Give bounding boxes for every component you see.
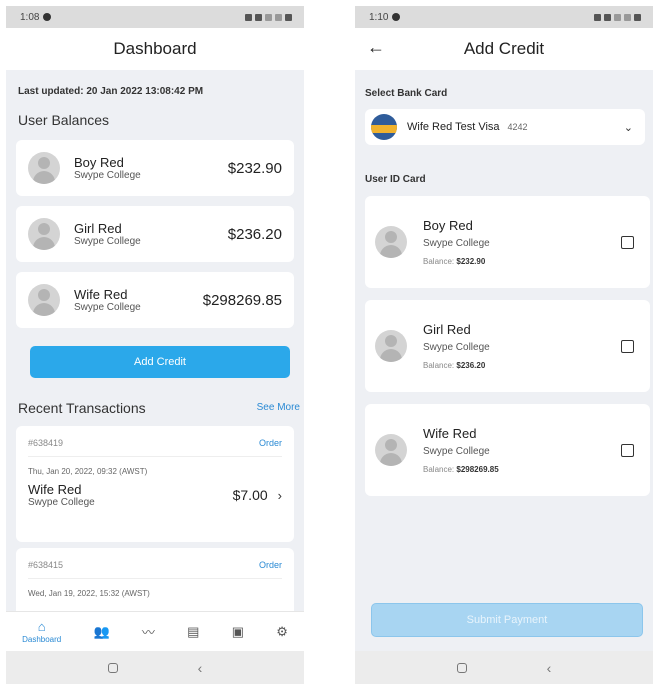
transaction-date: Thu, Jan 20, 2022, 09:32 (AWST) xyxy=(28,467,148,476)
nav-bus[interactable]: ▣ xyxy=(232,624,244,640)
user-balances-title: User Balances xyxy=(18,112,110,128)
balance-card-wife-red[interactable]: Wife Red Swype College $298269.85 xyxy=(16,272,294,328)
avatar xyxy=(375,226,407,258)
user-id-card-label: User ID Card xyxy=(365,174,426,185)
user-name: Boy Red xyxy=(423,218,473,233)
system-back-button[interactable]: ‹ xyxy=(198,660,203,676)
transaction-type: Order xyxy=(258,560,282,570)
nav-store[interactable]: ▤ xyxy=(187,624,199,640)
chevron-right-icon[interactable]: › xyxy=(278,488,282,503)
recent-transactions-title: Recent Transactions xyxy=(18,400,146,416)
status-time: 1:08 xyxy=(20,11,40,23)
balance-value: $298269.85 xyxy=(456,465,499,474)
select-checkbox[interactable] xyxy=(621,339,634,353)
user-org: Swype College xyxy=(74,302,141,313)
user-name: Girl Red xyxy=(423,322,471,337)
trend-icon: 〰 xyxy=(141,625,155,640)
transaction-amount: $7.00 xyxy=(232,487,268,503)
nav-label: Dashboard xyxy=(22,635,62,644)
user-org: Swype College xyxy=(423,342,490,353)
user-org: Swype College xyxy=(74,170,141,181)
status-time: 1:10 xyxy=(369,11,389,23)
status-bar: 1:10 xyxy=(355,6,653,28)
bus-icon: ▣ xyxy=(231,623,244,639)
bank-card-name: Wife Red Test Visa xyxy=(407,121,500,133)
bottom-nav: ⌂ Dashboard 👥 〰 ▤ ▣ ⚙ xyxy=(6,611,304,651)
user-name: Wife Red xyxy=(423,426,477,441)
app-bar: ← Add Credit xyxy=(355,28,653,70)
user-org: Swype College xyxy=(423,446,490,457)
user-balance: Balance: $232.90 xyxy=(423,257,621,266)
bank-card-select[interactable]: Wife Red Test Visa 4242 ⌄ xyxy=(365,109,645,145)
last-updated-text: Last updated: 20 Jan 2022 13:08:42 PM xyxy=(18,86,204,97)
user-org: Swype College xyxy=(74,236,141,247)
avatar xyxy=(375,434,407,466)
notification-icon xyxy=(392,13,401,21)
balance-amount: $298269.85 xyxy=(202,291,282,309)
back-arrow-icon[interactable]: ← xyxy=(367,37,385,58)
balance-amount: $236.20 xyxy=(227,225,282,243)
bank-card-last4: 4242 xyxy=(507,122,528,132)
status-icons xyxy=(245,13,292,21)
avatar xyxy=(28,152,60,184)
balance-label: Balance: xyxy=(423,465,455,474)
system-home-button[interactable] xyxy=(107,662,118,673)
status-bar: 1:08 xyxy=(6,6,304,28)
transaction-user: Wife Red xyxy=(28,482,82,497)
card-logo-icon xyxy=(371,114,397,140)
user-name: Boy Red xyxy=(74,155,124,170)
balance-label: Balance: xyxy=(423,257,455,266)
select-checkbox[interactable] xyxy=(621,235,634,249)
nav-trends[interactable]: 〰 xyxy=(142,622,155,641)
system-nav-bar: ‹ xyxy=(355,651,653,684)
nav-users[interactable]: 👥 xyxy=(93,624,109,640)
dashboard-screen: 1:08 Dashboard Last updated: 20 Jan 2022… xyxy=(6,6,304,684)
settings-icon: ⚙ xyxy=(276,623,288,639)
nav-settings[interactable]: ⚙ xyxy=(276,624,288,640)
balance-value: $232.90 xyxy=(456,257,486,266)
balance-value: $236.20 xyxy=(456,361,486,370)
transaction-type: Order xyxy=(258,438,282,448)
balance-card-boy-red[interactable]: Boy Red Swype College $232.90 xyxy=(16,140,294,196)
user-name: Girl Red xyxy=(74,221,122,236)
submit-payment-button[interactable]: Submit Payment xyxy=(371,603,643,637)
user-id-card-wife-red[interactable]: Wife Red Swype College Balance: $298269.… xyxy=(365,404,650,496)
see-more-link[interactable]: See More xyxy=(257,402,300,413)
store-icon: ▤ xyxy=(187,623,200,639)
avatar xyxy=(375,330,407,362)
user-id-card-boy-red[interactable]: Boy Red Swype College Balance: $232.90 xyxy=(365,196,650,288)
add-credit-button[interactable]: Add Credit xyxy=(30,346,290,378)
select-checkbox[interactable] xyxy=(621,443,634,457)
system-home-button[interactable] xyxy=(456,662,467,673)
transaction-id: #638415 xyxy=(28,560,64,570)
system-nav-bar: ‹ xyxy=(6,651,304,684)
system-back-button[interactable]: ‹ xyxy=(547,660,552,676)
transaction-card[interactable]: #638415 Order Wed, Jan 19, 2022, 15:32 (… xyxy=(16,548,294,618)
chevron-down-icon: ⌄ xyxy=(623,121,633,134)
transaction-org: Swype College xyxy=(28,497,95,508)
balance-amount: $232.90 xyxy=(227,159,282,177)
balance-label: Balance: xyxy=(423,361,455,370)
home-icon: ⌂ xyxy=(37,619,46,634)
avatar xyxy=(28,284,60,316)
page-title: Add Credit xyxy=(463,39,545,58)
transaction-id: #638419 xyxy=(28,438,64,448)
notification-icon xyxy=(43,13,52,21)
users-icon: 👥 xyxy=(93,623,110,639)
add-credit-screen: 1:10 ← Add Credit Select Bank Card Wife … xyxy=(355,6,653,684)
user-balance: Balance: $236.20 xyxy=(423,361,621,370)
user-org: Swype College xyxy=(423,238,490,249)
page-title: Dashboard xyxy=(113,39,197,58)
balance-card-girl-red[interactable]: Girl Red Swype College $236.20 xyxy=(16,206,294,262)
select-bank-card-label: Select Bank Card xyxy=(365,88,448,99)
nav-dashboard[interactable]: ⌂ Dashboard xyxy=(22,619,61,644)
status-icons xyxy=(594,13,641,21)
user-name: Wife Red xyxy=(74,287,128,302)
transaction-card[interactable]: #638419 Order Thu, Jan 20, 2022, 09:32 (… xyxy=(16,426,294,542)
avatar xyxy=(28,218,60,250)
app-bar: Dashboard xyxy=(6,28,304,70)
user-id-card-girl-red[interactable]: Girl Red Swype College Balance: $236.20 xyxy=(365,300,650,392)
user-balance: Balance: $298269.85 xyxy=(423,465,621,474)
transaction-date: Wed, Jan 19, 2022, 15:32 (AWST) xyxy=(28,589,150,598)
